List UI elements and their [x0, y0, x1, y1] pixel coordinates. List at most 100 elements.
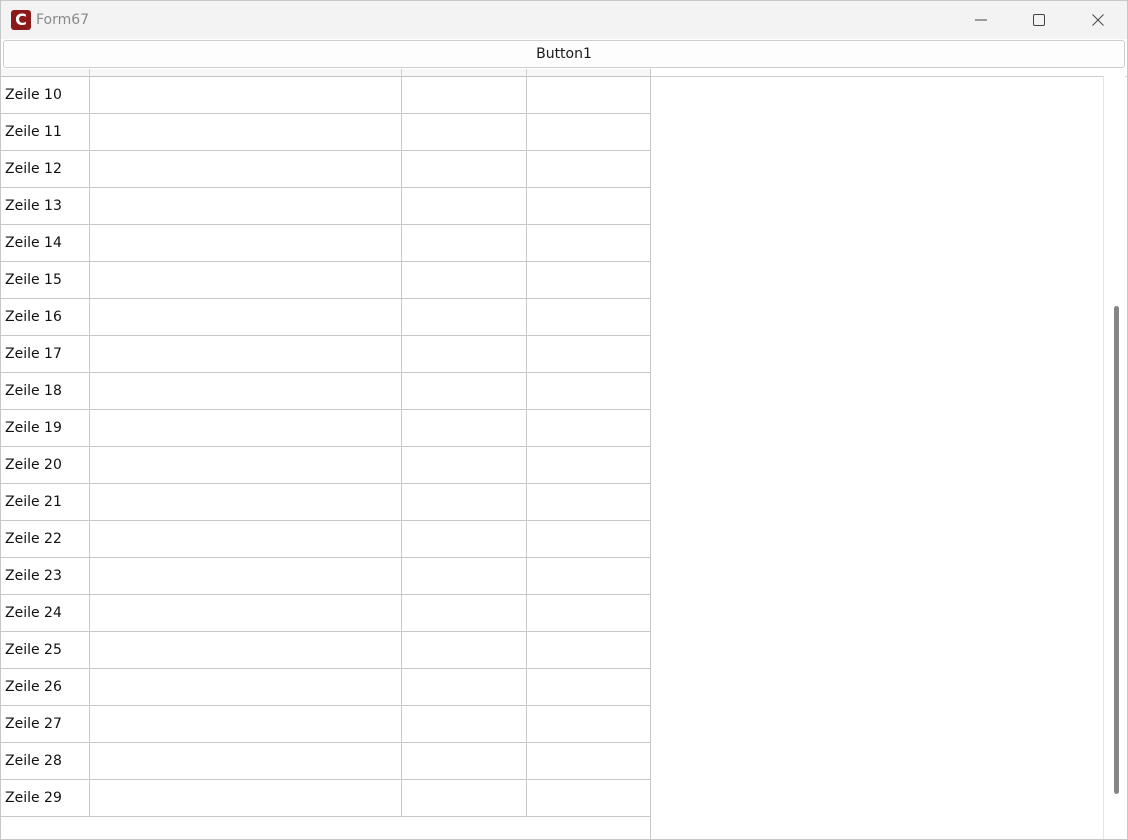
table-row[interactable]: Zeile 10	[1, 77, 650, 114]
row-header-cell[interactable]: Zeile 15	[1, 262, 90, 298]
grid-cell[interactable]	[527, 743, 650, 779]
grid-cell[interactable]	[90, 706, 402, 742]
grid-cell[interactable]	[402, 114, 527, 150]
grid-cell[interactable]	[527, 410, 650, 446]
grid-cell[interactable]	[90, 780, 402, 816]
row-header-cell[interactable]: Zeile 18	[1, 373, 90, 409]
table-row[interactable]: Zeile 23	[1, 558, 650, 595]
row-header-cell[interactable]: Zeile 17	[1, 336, 90, 372]
grid-cell[interactable]	[527, 780, 650, 816]
minimize-button[interactable]	[952, 1, 1010, 39]
grid-cell[interactable]	[402, 373, 527, 409]
grid-cell[interactable]	[90, 188, 402, 224]
table-row[interactable]: Zeile 22	[1, 521, 650, 558]
grid-cell[interactable]	[527, 151, 650, 187]
grid-cell[interactable]	[527, 262, 650, 298]
grid-cell[interactable]	[90, 595, 402, 631]
row-header-cell[interactable]: Zeile 22	[1, 521, 90, 557]
grid-cell[interactable]	[527, 447, 650, 483]
grid-cell[interactable]	[90, 410, 402, 446]
grid-cell[interactable]	[90, 336, 402, 372]
row-header-cell[interactable]: Zeile 23	[1, 558, 90, 594]
grid-cell[interactable]	[402, 299, 527, 335]
table-row[interactable]: Zeile 20	[1, 447, 650, 484]
grid-cell[interactable]	[402, 743, 527, 779]
grid-cell[interactable]	[402, 262, 527, 298]
row-header-cell[interactable]: Zeile 10	[1, 77, 90, 113]
close-button[interactable]	[1069, 1, 1127, 39]
grid-cell[interactable]	[402, 780, 527, 816]
grid-cell[interactable]	[90, 151, 402, 187]
grid-cell[interactable]	[527, 114, 650, 150]
grid-cell[interactable]	[90, 373, 402, 409]
row-header-cell[interactable]: Zeile 14	[1, 225, 90, 261]
row-header-cell[interactable]: Zeile 26	[1, 669, 90, 705]
grid-cell[interactable]	[402, 447, 527, 483]
table-row[interactable]: Zeile 24	[1, 595, 650, 632]
grid-cell[interactable]	[527, 188, 650, 224]
grid-cell[interactable]	[402, 188, 527, 224]
grid-cell[interactable]	[90, 484, 402, 520]
grid-cell[interactable]	[527, 595, 650, 631]
table-row[interactable]: Zeile 18	[1, 373, 650, 410]
grid-cell[interactable]	[402, 669, 527, 705]
grid-cell[interactable]	[527, 632, 650, 668]
grid-cell[interactable]	[402, 706, 527, 742]
grid-cell[interactable]	[527, 299, 650, 335]
grid-cell[interactable]	[527, 336, 650, 372]
grid-cell[interactable]	[527, 484, 650, 520]
grid-cell[interactable]	[527, 373, 650, 409]
button1[interactable]: Button1	[3, 40, 1125, 68]
table-row[interactable]: Zeile 13	[1, 188, 650, 225]
table-row[interactable]: Zeile 16	[1, 299, 650, 336]
table-row[interactable]: Zeile 29	[1, 780, 650, 817]
row-header-cell[interactable]: Zeile 27	[1, 706, 90, 742]
grid-cell[interactable]	[90, 521, 402, 557]
grid-cell[interactable]	[402, 410, 527, 446]
row-header-cell[interactable]: Zeile 29	[1, 780, 90, 816]
grid-cell[interactable]	[402, 151, 527, 187]
table-row[interactable]: Zeile 19	[1, 410, 650, 447]
table-row[interactable]: Zeile 11	[1, 114, 650, 151]
grid-cell[interactable]	[90, 632, 402, 668]
table-row[interactable]: Zeile 25	[1, 632, 650, 669]
grid-cell[interactable]	[90, 743, 402, 779]
grid-cell[interactable]	[402, 595, 527, 631]
maximize-button[interactable]	[1010, 1, 1068, 39]
grid-cell[interactable]	[527, 225, 650, 261]
row-header-cell[interactable]: Zeile 21	[1, 484, 90, 520]
grid-cell[interactable]	[527, 77, 650, 113]
grid-cell[interactable]	[90, 669, 402, 705]
scrollbar-thumb[interactable]	[1114, 306, 1119, 794]
grid-cell[interactable]	[90, 262, 402, 298]
grid-cell[interactable]	[90, 299, 402, 335]
grid-cell[interactable]	[402, 521, 527, 557]
row-header-cell[interactable]: Zeile 13	[1, 188, 90, 224]
grid-cell[interactable]	[527, 521, 650, 557]
grid-cell[interactable]	[90, 558, 402, 594]
grid-cell[interactable]	[402, 336, 527, 372]
row-header-cell[interactable]: Zeile 28	[1, 743, 90, 779]
row-header-cell[interactable]: Zeile 24	[1, 595, 90, 631]
grid-cell[interactable]	[402, 558, 527, 594]
grid-cell[interactable]	[402, 77, 527, 113]
row-header-cell[interactable]: Zeile 11	[1, 114, 90, 150]
row-header-cell[interactable]: Zeile 19	[1, 410, 90, 446]
row-header-cell[interactable]: Zeile 25	[1, 632, 90, 668]
string-grid[interactable]: Zeile 10 Zeile 11 Zeile 12 Zeile 13 Zeile 14…	[1, 69, 651, 839]
grid-cell[interactable]	[527, 706, 650, 742]
grid-cell[interactable]	[90, 225, 402, 261]
row-header-cell[interactable]: Zeile 12	[1, 151, 90, 187]
title-bar[interactable]: C Form67	[1, 1, 1127, 39]
table-row[interactable]: Zeile 17	[1, 336, 650, 373]
grid-cell[interactable]	[90, 447, 402, 483]
table-row[interactable]: Zeile 21	[1, 484, 650, 521]
table-row[interactable]: Zeile 12	[1, 151, 650, 188]
table-row[interactable]: Zeile 26	[1, 669, 650, 706]
grid-cell[interactable]	[402, 632, 527, 668]
table-row[interactable]: Zeile 27	[1, 706, 650, 743]
row-header-cell[interactable]: Zeile 16	[1, 299, 90, 335]
grid-cell[interactable]	[90, 114, 402, 150]
grid-cell[interactable]	[527, 669, 650, 705]
vertical-scrollbar[interactable]	[1103, 76, 1125, 839]
